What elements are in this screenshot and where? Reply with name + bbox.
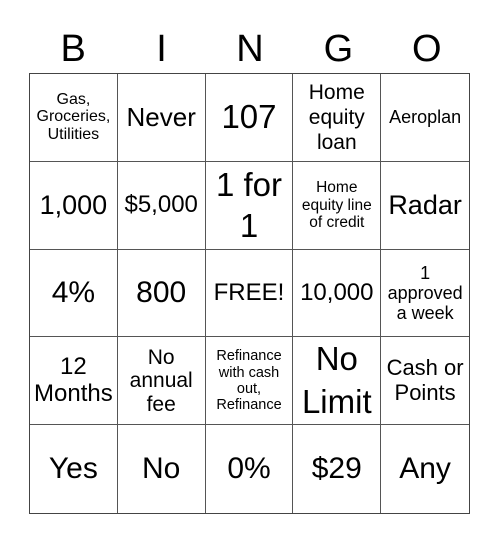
- bingo-cell[interactable]: 1 approved a week: [381, 250, 469, 338]
- bingo-cell[interactable]: Never: [117, 74, 206, 162]
- free-space-cell[interactable]: FREE!: [205, 249, 294, 338]
- bingo-cell[interactable]: Any: [381, 425, 469, 513]
- bingo-cell[interactable]: Home equity line of credit: [293, 161, 382, 250]
- bingo-cell[interactable]: 1 for 1: [205, 161, 294, 250]
- bingo-cell[interactable]: No Limit: [293, 337, 382, 426]
- bingo-cell[interactable]: Aeroplan: [381, 74, 469, 162]
- bingo-cell[interactable]: 1,000: [30, 161, 118, 250]
- bingo-cell[interactable]: 10,000: [293, 249, 382, 338]
- bingo-cell[interactable]: 12 Months: [30, 337, 118, 426]
- bingo-cell[interactable]: Gas, Groceries, Utilities: [30, 74, 118, 162]
- bingo-header: B I N G O: [29, 26, 471, 72]
- bingo-cell[interactable]: Refinance with cash out, Refinance: [205, 337, 294, 426]
- header-letter-n: N: [236, 28, 264, 70]
- bingo-cell[interactable]: No: [118, 425, 206, 513]
- bingo-cell[interactable]: Yes: [30, 425, 118, 513]
- bingo-cell[interactable]: 800: [117, 249, 206, 338]
- header-letter-i: I: [156, 28, 167, 70]
- bingo-cell[interactable]: No annual fee: [117, 337, 206, 426]
- bingo-cell[interactable]: $29: [293, 425, 382, 513]
- header-letter-o: O: [411, 28, 442, 70]
- header-letter-b: B: [60, 28, 86, 70]
- header-letter-g: G: [323, 28, 354, 70]
- bingo-grid: Gas, Groceries, Utilities Never 107 Home…: [29, 73, 470, 514]
- bingo-cell[interactable]: Home equity loan: [293, 74, 382, 162]
- bingo-cell[interactable]: $5,000: [117, 161, 206, 250]
- bingo-cell[interactable]: Radar: [381, 162, 469, 250]
- bingo-cell[interactable]: 4%: [30, 249, 118, 338]
- bingo-cell[interactable]: 0%: [206, 425, 294, 513]
- bingo-cell[interactable]: Cash or Points: [381, 337, 469, 426]
- bingo-cell[interactable]: 107: [205, 74, 294, 162]
